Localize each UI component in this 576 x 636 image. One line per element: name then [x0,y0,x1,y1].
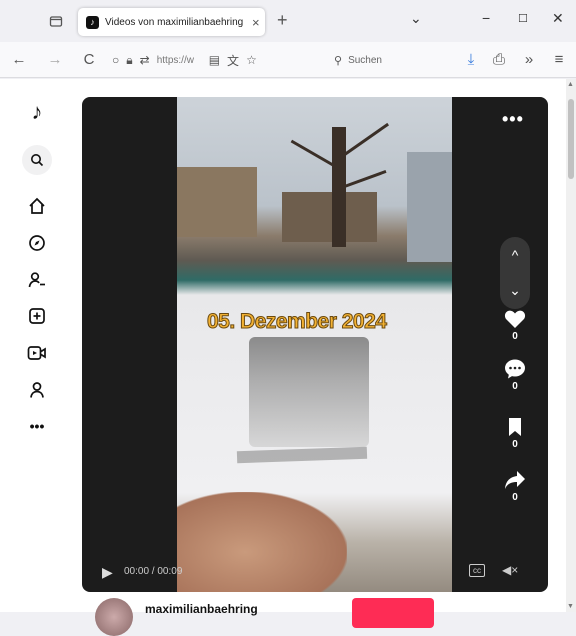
video-controls: ▶ 00:00 / 00:09 cc ◀× [82,552,548,592]
tab-title: Videos von maximilianbaehring [105,16,244,28]
navigation-toolbar: ← → C ○ 🔒︎ ⇄ https://w ▤ 文 ☆ ⚲ Suchen ⤓ … [0,42,576,78]
reload-button[interactable]: C [80,51,98,68]
bookmark-button[interactable]: 0 [500,417,530,450]
building-center [282,192,377,242]
translate-icon[interactable]: 文 [227,52,239,69]
comment-button[interactable]: 0 [500,359,530,392]
tab-bar: ♪ Videos von maximilianbaehring × + ⌄ − … [0,0,576,42]
search-input[interactable]: ⚲ Suchen [334,50,434,70]
tiktok-icon: ♪ [86,15,99,29]
bookmark-count: 0 [512,439,518,450]
avatar[interactable] [95,598,133,636]
tiktok-page: ♪ ••• 05. Dezember 2024 ••• ^ ⌄ 0 0 0 0 … [0,79,566,636]
heart-icon [504,310,526,328]
home-icon[interactable] [24,193,50,219]
permissions-icon[interactable]: ⇄ [140,53,150,67]
sidebar: ♪ ••• [0,79,72,612]
share-button[interactable]: 0 [500,470,530,503]
bookmark-star-icon[interactable]: ☆ [246,53,257,67]
more-icon[interactable]: ••• [24,413,50,439]
comment-count: 0 [512,381,518,392]
forward-button[interactable]: → [46,51,64,68]
active-tab[interactable]: ♪ Videos von maximilianbaehring × [78,8,265,36]
more-options-button[interactable]: ••• [502,109,524,130]
next-video-button[interactable]: ⌄ [509,282,521,299]
share-icon [505,471,525,489]
mute-button[interactable]: ◀× [502,563,518,577]
new-tab-button[interactable]: + [277,10,288,31]
author-name[interactable]: maximilianbaehring [145,602,258,616]
search-icon: ⚲ [334,54,343,67]
url-bar[interactable]: ○ 🔒︎ ⇄ https://w ▤ 文 ☆ [112,48,327,72]
bookmark-icon [509,418,521,436]
author-row: maximilianbaehring [95,598,495,636]
video-frame: 05. Dezember 2024 [177,97,452,592]
live-icon[interactable] [24,340,50,366]
explore-icon[interactable] [24,230,50,256]
building-right [407,152,452,262]
play-button[interactable]: ▶ [102,564,113,581]
share-count: 0 [512,492,518,503]
printed-caption [236,446,368,464]
extensions-icon[interactable]: ⎙ [490,51,508,68]
search-placeholder: Suchen [348,54,382,66]
following-icon[interactable] [24,267,50,293]
captions-button[interactable]: cc [469,564,485,577]
comment-icon [505,359,525,379]
search-icon[interactable] [22,145,52,175]
close-window-button[interactable]: ✕ [552,10,564,27]
menu-icon[interactable]: ≡ [550,51,568,68]
tab-list-icon [49,16,63,27]
like-button[interactable]: 0 [500,309,530,342]
scroll-up-arrow[interactable]: ▲ [567,81,574,88]
video-time: 00:00 / 00:09 [124,566,183,577]
scroll-thumb[interactable] [568,99,574,179]
tiktok-logo[interactable]: ♪ [24,99,50,125]
url-text[interactable]: https://w [157,55,205,66]
scroll-down-arrow[interactable]: ▼ [567,603,574,610]
page-scrollbar[interactable]: ▲ ▼ [566,79,576,612]
back-button[interactable]: ← [10,51,28,68]
minimize-button[interactable]: − [482,10,490,26]
overflow-icon[interactable]: » [520,51,538,68]
video-navigation: ^ ⌄ [500,237,530,309]
maximize-button[interactable]: ☐ [518,12,528,25]
tab-close-button[interactable]: × [252,15,260,30]
download-icon[interactable]: ⤓ [462,51,480,68]
profile-icon[interactable] [24,377,50,403]
previous-video-button[interactable]: ^ [512,247,519,263]
printed-photo [249,337,369,447]
shield-icon[interactable]: ○ [112,53,119,67]
tab-list-dropdown-icon[interactable]: ⌄ [410,10,422,27]
building-left [177,167,257,237]
video-player[interactable]: 05. Dezember 2024 ••• ^ ⌄ 0 0 0 0 ▶ 00:0… [82,97,548,592]
upload-icon[interactable] [24,303,50,329]
tab-list-button[interactable] [47,12,65,30]
reader-view-icon[interactable]: ▤ [209,53,220,67]
like-count: 0 [512,331,518,342]
follow-button[interactable] [352,598,434,628]
date-overlay-text: 05. Dezember 2024 [206,310,387,334]
lock-icon[interactable]: 🔒︎ [126,53,132,68]
